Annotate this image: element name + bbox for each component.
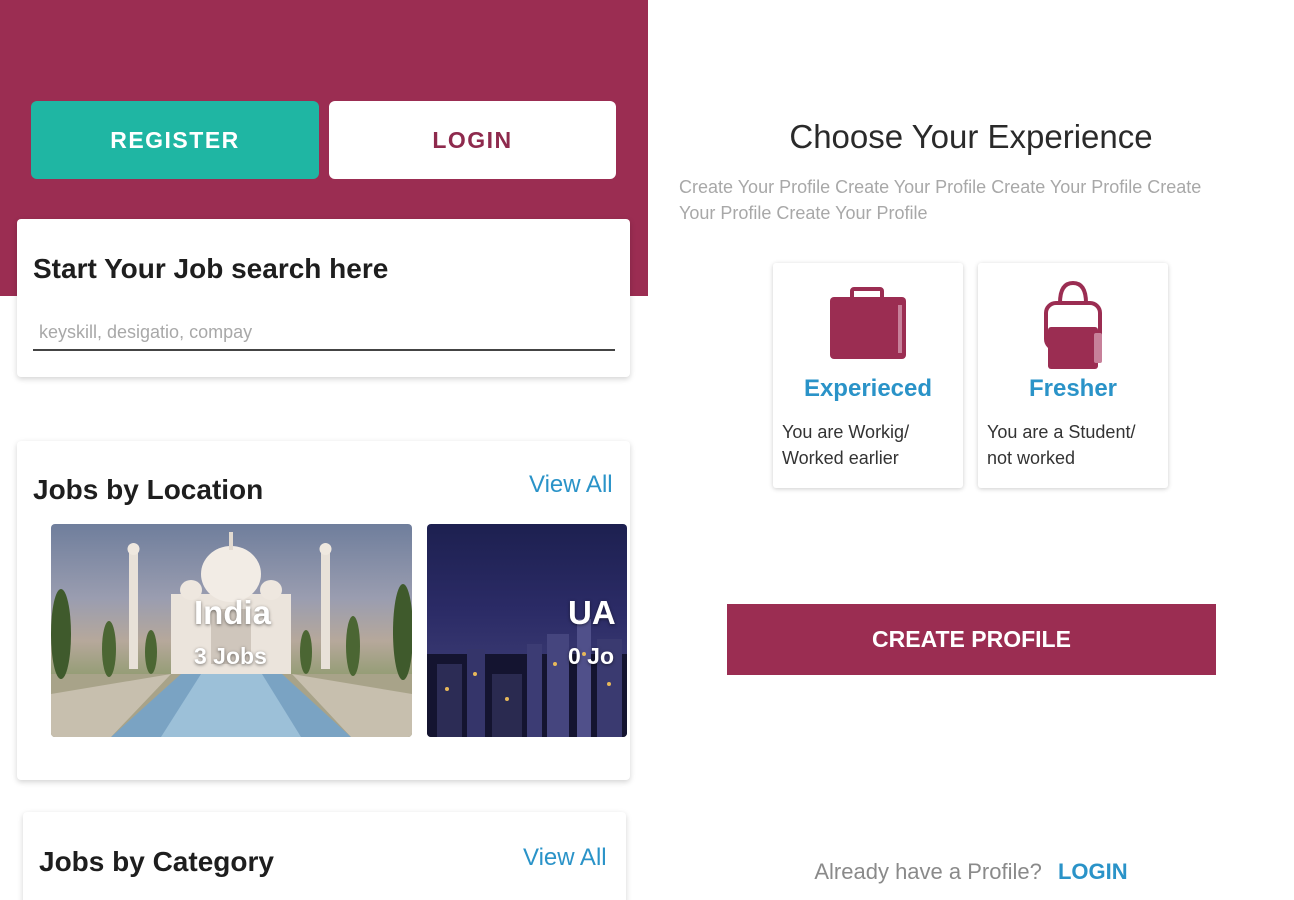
category-view-all-link[interactable]: View All bbox=[523, 844, 607, 872]
login-link[interactable]: LOGIN bbox=[1058, 859, 1128, 884]
search-card-title: Start Your Job search here bbox=[33, 253, 389, 284]
location-count-india: 3 Jobs bbox=[194, 643, 267, 669]
fresher-option-card[interactable]: Fresher You are a Student/ not worked bbox=[978, 263, 1168, 488]
jobs-by-location-title: Jobs by Location bbox=[33, 474, 264, 505]
location-view-all-link[interactable]: View All bbox=[529, 471, 613, 499]
location-tile-uae[interactable]: UA 0 Jo bbox=[427, 524, 627, 737]
experienced-option-title: Experieced bbox=[803, 375, 933, 402]
choose-experience-description: Create Your Profile Create Your Profile … bbox=[679, 177, 1202, 223]
location-name-uae: UA bbox=[568, 594, 616, 631]
fresher-option-title: Fresher bbox=[1028, 375, 1118, 402]
location-name-india: India bbox=[194, 594, 272, 631]
already-have-profile-text: Already have a Profile? bbox=[814, 859, 1042, 884]
experienced-option-card[interactable]: Experieced You are Workig/ Worked earlie… bbox=[773, 263, 963, 488]
jobs-by-category-title: Jobs by Category bbox=[39, 846, 274, 877]
already-have-profile-row: Already have a Profile? LOGIN bbox=[648, 859, 1294, 885]
job-search-card: Start Your Job search here bbox=[17, 219, 630, 377]
jobs-by-category-card: Jobs by Category View All bbox=[23, 812, 626, 900]
backpack-icon bbox=[978, 281, 1168, 371]
fresher-option-desc: You are a Student/ not worked bbox=[987, 422, 1136, 468]
choose-experience-screen: Choose Your Experience Create Your Profi… bbox=[648, 0, 1294, 900]
register-button[interactable]: REGISTER bbox=[31, 101, 319, 179]
jobs-by-location-card: Jobs by Location View All India 3 Jobs U… bbox=[17, 441, 630, 780]
login-button[interactable]: LOGIN bbox=[329, 101, 616, 179]
location-tile-india[interactable]: India 3 Jobs bbox=[51, 524, 412, 737]
choose-experience-title: Choose Your Experience bbox=[789, 118, 1153, 155]
experienced-option-desc: You are Workig/ Worked earlier bbox=[782, 422, 910, 468]
create-profile-button[interactable]: CREATE PROFILE bbox=[727, 604, 1216, 675]
location-count-uae: 0 Jo bbox=[568, 643, 615, 669]
job-search-screen: REGISTER LOGIN Start Your Job search her… bbox=[0, 0, 648, 900]
job-search-input[interactable] bbox=[33, 315, 615, 351]
briefcase-icon bbox=[773, 281, 963, 371]
